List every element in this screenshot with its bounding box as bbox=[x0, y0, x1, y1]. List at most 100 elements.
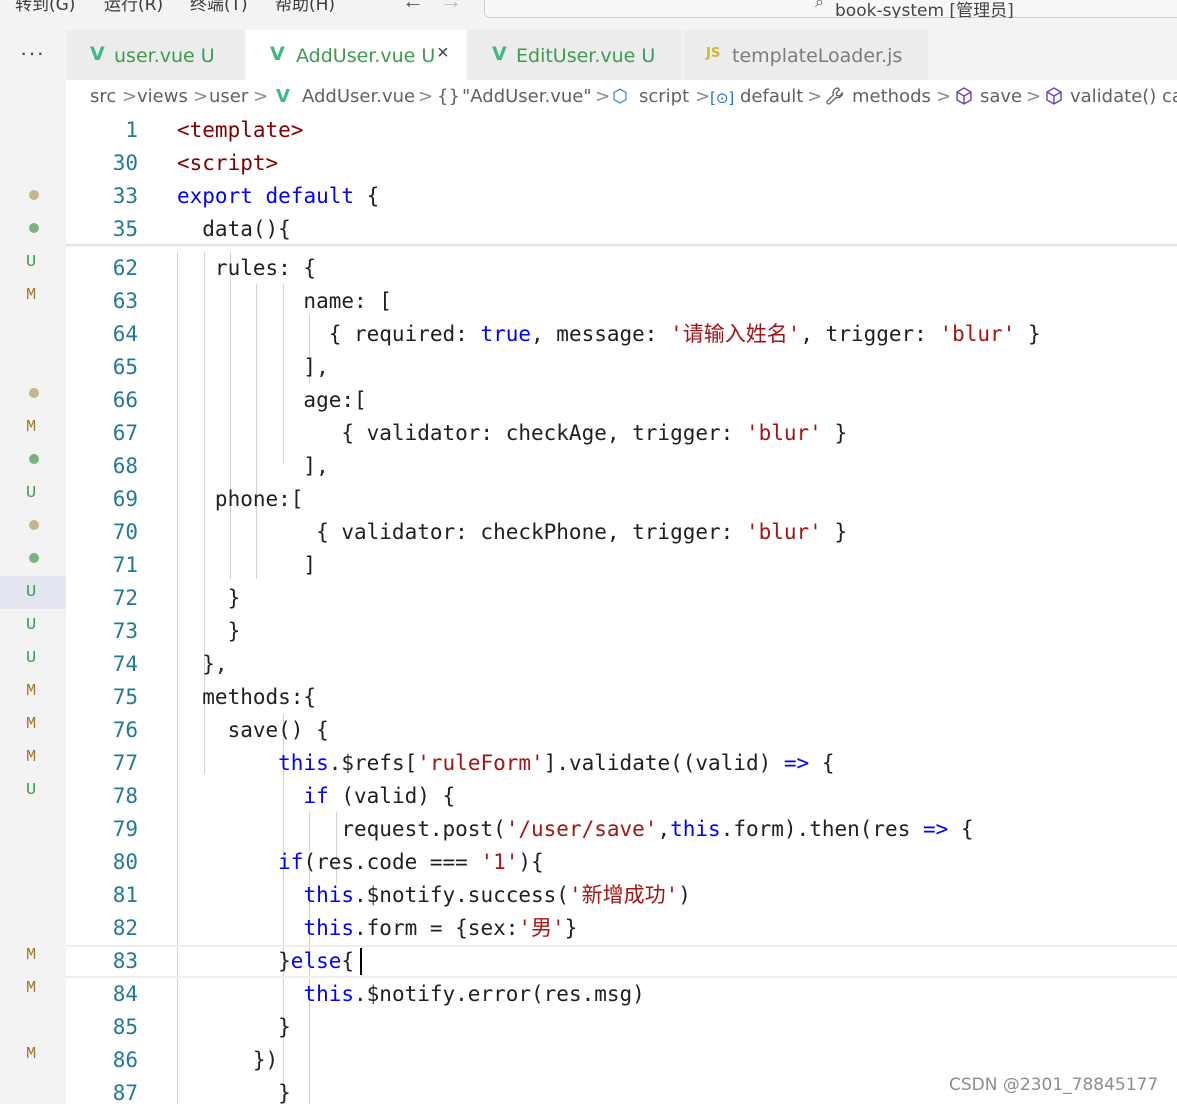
code-line[interactable]: 80 if(res.code === '1'){ bbox=[66, 846, 1177, 879]
code-text[interactable]: this.$notify.error(res.msg) bbox=[177, 978, 644, 1011]
code-text[interactable]: } bbox=[177, 615, 241, 648]
code-line[interactable]: 68 ], bbox=[66, 450, 1177, 483]
code-text[interactable]: } bbox=[177, 1011, 291, 1044]
code-line[interactable]: 85 } bbox=[66, 1011, 1177, 1044]
code-text[interactable]: } bbox=[177, 1077, 291, 1110]
code-line[interactable]: 70 { validator: checkPhone, trigger: 'bl… bbox=[66, 516, 1177, 549]
code-text[interactable]: this.$refs['ruleForm'].validate((valid) … bbox=[177, 747, 835, 780]
code-text[interactable]: { required: true, message: '请输入姓名', trig… bbox=[177, 318, 1041, 351]
arrow-left-icon[interactable]: ← bbox=[402, 0, 424, 14]
breadcrumb-user[interactable]: user bbox=[209, 86, 248, 107]
git-status-badge: U bbox=[26, 616, 37, 635]
code-text[interactable]: this.form = {sex:'男'} bbox=[177, 912, 577, 945]
menu-help[interactable]: 帮助(H) bbox=[275, 0, 335, 15]
code-text[interactable]: { validator: checkPhone, trigger: 'blur'… bbox=[177, 516, 847, 549]
code-text[interactable]: }else{ bbox=[177, 945, 354, 978]
code-text[interactable]: ], bbox=[177, 351, 328, 384]
breadcrumb-separator: > bbox=[193, 86, 209, 107]
code-line[interactable]: 84 this.$notify.error(res.msg) bbox=[66, 978, 1177, 1011]
code-text[interactable]: this.$notify.success('新增成功') bbox=[177, 879, 690, 912]
code-token: } bbox=[177, 1081, 291, 1105]
code-line[interactable]: 79 request.post('/user/save',this.form).… bbox=[66, 813, 1177, 846]
code-text[interactable]: age:[ bbox=[177, 384, 366, 417]
code-line[interactable]: 33 export default { bbox=[66, 180, 1177, 213]
code-line[interactable]: 35 data(){ bbox=[66, 213, 1177, 246]
arrow-right-icon[interactable]: → bbox=[440, 0, 462, 14]
breadcrumb-script[interactable]: script bbox=[639, 86, 689, 107]
code-line[interactable]: 77 this.$refs['ruleForm'].validate((vali… bbox=[66, 747, 1177, 780]
tab-adduser-vue[interactable]: V AddUser.vue U × bbox=[246, 30, 467, 80]
code-line[interactable]: 64 { required: true, message: '请输入姓名', t… bbox=[66, 318, 1177, 351]
code-line[interactable]: 67 { validator: checkAge, trigger: 'blur… bbox=[66, 417, 1177, 450]
code-line[interactable]: 62 rules: { bbox=[66, 252, 1177, 285]
code-text[interactable]: ] bbox=[177, 549, 316, 582]
git-status-badge: M bbox=[26, 418, 37, 437]
code-text[interactable]: } bbox=[177, 582, 241, 615]
code-line[interactable]: 65 ], bbox=[66, 351, 1177, 384]
line-number: 76 bbox=[112, 718, 138, 742]
code-line[interactable]: 76 save() { bbox=[66, 714, 1177, 747]
code-text[interactable]: }, bbox=[177, 648, 227, 681]
menu-terminal[interactable]: 终端(T) bbox=[190, 0, 248, 15]
code-text[interactable]: }) bbox=[177, 1044, 278, 1077]
breadcrumb-module[interactable]: "AddUser.vue" bbox=[462, 86, 592, 107]
breadcrumb-validate[interactable]: validate() cal bbox=[1070, 86, 1177, 107]
code-text[interactable]: export default { bbox=[177, 180, 379, 213]
tab-edituser-vue[interactable]: V EditUser.vue U bbox=[468, 30, 683, 80]
code-line[interactable]: 71 ] bbox=[66, 549, 1177, 582]
code-line[interactable]: 75 methods:{ bbox=[66, 681, 1177, 714]
code-token: data(){ bbox=[177, 217, 291, 241]
code-text[interactable]: <script> bbox=[177, 147, 278, 180]
code-text[interactable]: name: [ bbox=[177, 285, 392, 318]
code-line[interactable]: 63 name: [ bbox=[66, 285, 1177, 318]
code-line[interactable]: 1 <template> bbox=[66, 114, 1177, 147]
code-token: }) bbox=[177, 1048, 279, 1072]
command-center-search[interactable]: ⌕ book-system [管理员] bbox=[484, 0, 1177, 18]
code-text[interactable]: phone:[ bbox=[177, 483, 304, 516]
code-text[interactable]: methods:{ bbox=[177, 681, 316, 714]
menu-go[interactable]: 转到(G) bbox=[15, 0, 75, 15]
code-text[interactable]: ], bbox=[177, 450, 328, 483]
code-token: { bbox=[341, 949, 355, 973]
breadcrumb-default[interactable]: default bbox=[740, 86, 803, 107]
code-line[interactable]: 73 } bbox=[66, 615, 1177, 648]
breadcrumb-views[interactable]: views bbox=[137, 86, 188, 107]
code-line[interactable]: 83 }else{ bbox=[66, 945, 1177, 978]
code-token: (res.code === bbox=[303, 850, 481, 874]
code-line[interactable]: 66 age:[ bbox=[66, 384, 1177, 417]
code-line[interactable]: 78 if (valid) { bbox=[66, 780, 1177, 813]
breadcrumb-separator: > bbox=[695, 86, 711, 107]
tab-templateloader-js[interactable]: JS templateLoader.js bbox=[684, 30, 929, 80]
code-editor[interactable]: 1 <template> 30 <script> 33 export default {3… bbox=[66, 114, 1177, 1105]
close-icon[interactable]: × bbox=[437, 42, 449, 65]
code-line[interactable]: 81 this.$notify.success('新增成功') bbox=[66, 879, 1177, 912]
code-text[interactable]: if(res.code === '1'){ bbox=[177, 846, 544, 879]
code-token: this bbox=[278, 751, 329, 775]
code-line[interactable]: 82 this.form = {sex:'男'} bbox=[66, 912, 1177, 945]
variable-icon: [⊙] bbox=[710, 89, 735, 107]
code-line[interactable]: 30 <script> bbox=[66, 147, 1177, 180]
code-text[interactable]: rules: { bbox=[177, 252, 316, 285]
breadcrumb-methods[interactable]: methods bbox=[852, 86, 931, 107]
breadcrumb-save[interactable]: save bbox=[980, 86, 1022, 107]
code-line[interactable]: 86 }) bbox=[66, 1044, 1177, 1077]
code-text[interactable]: save() { bbox=[177, 714, 329, 747]
code-text[interactable]: { validator: checkAge, trigger: 'blur' } bbox=[177, 417, 847, 450]
menu-run[interactable]: 运行(R) bbox=[104, 0, 163, 15]
breadcrumb-src[interactable]: src bbox=[90, 86, 116, 107]
code-text[interactable]: data(){ bbox=[177, 213, 291, 246]
code-line[interactable]: 69 phone:[ bbox=[66, 483, 1177, 516]
code-text[interactable]: <template> bbox=[177, 114, 303, 147]
code-text[interactable]: request.post('/user/save',this.form).the… bbox=[177, 813, 973, 846]
breadcrumb-file[interactable]: AddUser.vue bbox=[302, 86, 415, 107]
tab-user-vue[interactable]: V user.vue U bbox=[66, 30, 245, 80]
git-status-badge: M bbox=[26, 946, 37, 965]
line-number: 35 bbox=[112, 217, 138, 241]
code-token: { bbox=[809, 751, 835, 775]
code-line[interactable]: 74 }, bbox=[66, 648, 1177, 681]
code-line[interactable]: 72 } bbox=[66, 582, 1177, 615]
code-text[interactable]: if (valid) { bbox=[177, 780, 455, 813]
ellipsis-icon[interactable]: ··· bbox=[20, 40, 45, 66]
